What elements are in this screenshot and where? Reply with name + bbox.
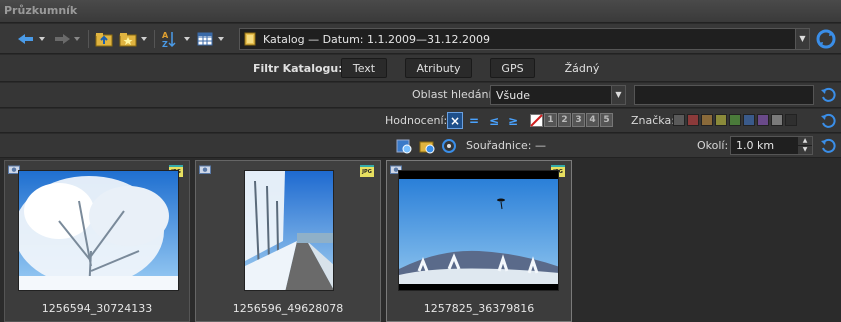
rating-1-button[interactable]: 1 bbox=[544, 113, 557, 127]
chevron-down-icon: ▼ bbox=[611, 86, 625, 104]
mark-color-swatch[interactable] bbox=[757, 114, 769, 126]
mark-label: Značka: bbox=[631, 114, 675, 127]
mark-color-swatch[interactable] bbox=[701, 114, 713, 126]
mark-color-swatch[interactable] bbox=[785, 114, 797, 126]
thumbnail-tile[interactable]: JPG 1256594_30724133 bbox=[4, 160, 190, 322]
back-arrow-icon bbox=[18, 34, 45, 44]
no-rating-icon[interactable] bbox=[530, 114, 543, 127]
mark-color-swatch[interactable] bbox=[715, 114, 727, 126]
rating-3-button[interactable]: 3 bbox=[572, 113, 585, 127]
thumbnail-caption: 1257825_36379816 bbox=[423, 302, 535, 315]
window-title: Průzkumník bbox=[4, 4, 78, 17]
address-bar[interactable]: Katalog — Datum: 1.1.2009—31.12.2009 ▼ bbox=[239, 28, 810, 50]
sort-button[interactable]: A Z bbox=[160, 28, 194, 50]
view-mode-button[interactable] bbox=[196, 28, 230, 50]
rating-any-button[interactable]: × bbox=[447, 112, 463, 129]
thumbnail-tile[interactable]: JPG 1256596_49628078 bbox=[195, 160, 381, 322]
chevron-down-icon: ▼ bbox=[799, 34, 806, 43]
gps-map-icon[interactable] bbox=[396, 138, 412, 154]
coordinates-label: Souřadnice: — bbox=[466, 139, 546, 152]
jpg-badge-icon: JPG bbox=[360, 165, 374, 177]
search-area-select[interactable]: Všude ▼ bbox=[490, 85, 626, 105]
rating-equal-button[interactable]: = bbox=[466, 112, 482, 129]
rating-2-button[interactable]: 2 bbox=[558, 113, 571, 127]
address-text: Katalog — Datum: 1.1.2009—31.12.2009 bbox=[263, 33, 490, 46]
catalog-filter-bar: Filtr Katalogu: Text Atributy GPS Žádný bbox=[0, 55, 841, 82]
title-bar: Průzkumník bbox=[0, 0, 841, 23]
search-area-value: Všude bbox=[496, 89, 530, 102]
thumbnail-image bbox=[18, 170, 179, 291]
geo-filter-bar: Souřadnice: — Okolí: 1.0 km ▲ ▼ bbox=[0, 134, 841, 158]
thumbnail-grid: JPG 1256594_30724133 JPG bbox=[0, 159, 841, 322]
search-area-label: Oblast hledání: bbox=[412, 88, 496, 101]
folder-up-icon bbox=[95, 33, 113, 47]
reset-icon[interactable] bbox=[820, 138, 836, 154]
toolbar-separator bbox=[154, 30, 155, 48]
refresh-icon[interactable] bbox=[816, 29, 836, 49]
thumbnail-caption: 1256596_49628078 bbox=[232, 302, 344, 315]
mark-color-swatch[interactable] bbox=[673, 114, 685, 126]
rating-le-button[interactable]: ≤ bbox=[486, 112, 502, 129]
radius-label: Okolí: bbox=[697, 139, 729, 152]
rating-4-button[interactable]: 4 bbox=[586, 113, 599, 127]
view-grid-icon bbox=[197, 32, 224, 46]
filter-attributes-button[interactable]: Atributy bbox=[405, 58, 472, 78]
toolbar: A Z Katalog — Datum: 1.1.2009—31.12.2009… bbox=[0, 24, 841, 54]
thumbnail-image bbox=[398, 170, 559, 291]
back-button[interactable] bbox=[14, 28, 50, 50]
svg-text:A: A bbox=[162, 31, 169, 40]
mark-color-swatch[interactable] bbox=[687, 114, 699, 126]
radius-value: 1.0 km bbox=[736, 139, 775, 152]
reset-icon[interactable] bbox=[820, 113, 836, 129]
mark-color-swatch[interactable] bbox=[743, 114, 755, 126]
gps-folder-icon[interactable] bbox=[419, 138, 435, 154]
mark-color-swatch[interactable] bbox=[729, 114, 741, 126]
toolbar-separator bbox=[88, 30, 89, 48]
filter-label: Filtr Katalogu: bbox=[253, 62, 343, 75]
camera-icon bbox=[199, 165, 211, 174]
mark-color-swatch[interactable] bbox=[771, 114, 783, 126]
reset-icon[interactable] bbox=[820, 87, 836, 103]
radius-stepper[interactable]: 1.0 km ▲ ▼ bbox=[730, 136, 813, 155]
rating-filter-bar: Hodnocení: × = ≤ ≥ 1 2 3 4 5 Značka: bbox=[0, 109, 841, 133]
gps-locate-icon[interactable] bbox=[441, 138, 457, 154]
filter-none-button[interactable]: Žádný bbox=[557, 58, 607, 78]
rating-label: Hodnocení: bbox=[385, 114, 448, 127]
stepper-down-icon[interactable]: ▼ bbox=[798, 146, 812, 154]
folder-up-button[interactable] bbox=[94, 28, 114, 50]
forward-button[interactable] bbox=[52, 28, 84, 50]
thumbnail-image bbox=[244, 170, 334, 291]
address-dropdown[interactable]: ▼ bbox=[795, 29, 809, 49]
sort-az-icon: A Z bbox=[162, 31, 190, 48]
search-area-bar: Oblast hledání: Všude ▼ bbox=[0, 83, 841, 108]
rating-5-button[interactable]: 5 bbox=[600, 113, 613, 127]
thumbnail-caption: 1256594_30724133 bbox=[41, 302, 153, 315]
rating-ge-button[interactable]: ≥ bbox=[505, 112, 521, 129]
search-input[interactable] bbox=[634, 85, 814, 105]
favorite-folder-button[interactable] bbox=[118, 28, 150, 50]
filter-text-button[interactable]: Text bbox=[341, 58, 387, 78]
forward-arrow-icon bbox=[55, 34, 80, 44]
svg-text:Z: Z bbox=[162, 40, 168, 48]
stepper-up-icon[interactable]: ▲ bbox=[798, 137, 812, 145]
folder-icon bbox=[244, 32, 256, 46]
filter-gps-button[interactable]: GPS bbox=[490, 58, 535, 78]
favorite-folder-icon bbox=[119, 33, 147, 47]
thumbnail-tile[interactable]: JPG 1257825_36379816 bbox=[386, 160, 572, 322]
